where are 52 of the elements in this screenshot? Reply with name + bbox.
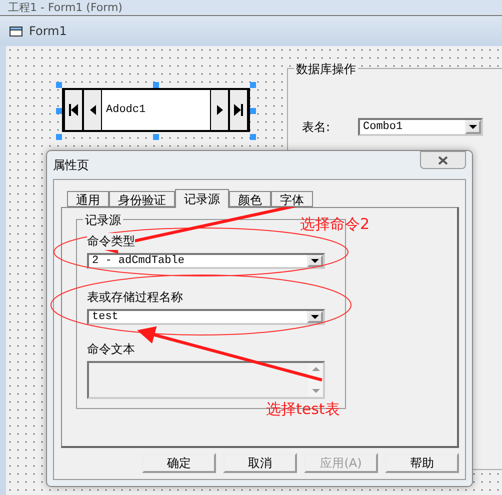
tab[interactable]: 通用: [67, 191, 109, 207]
first-record-icon: [69, 104, 78, 116]
previous-button[interactable]: [83, 90, 102, 130]
dropdown-button[interactable]: [465, 120, 481, 134]
caret-icon: [469, 125, 477, 129]
annotation-text: 选择test表: [266, 400, 340, 419]
tab[interactable]: 记录源: [175, 189, 229, 208]
dialog-title: 属性页: [53, 156, 89, 174]
close-icon: [438, 156, 448, 164]
selection-handle[interactable]: [56, 82, 62, 88]
field-label: 命令类型: [87, 233, 135, 250]
selection-handle[interactable]: [153, 134, 159, 140]
dialog-button[interactable]: 取消: [223, 453, 297, 473]
annotation-text: 选择命令2: [300, 215, 370, 234]
table-name-combo[interactable]: test: [87, 309, 325, 325]
caret-icon: [311, 315, 319, 319]
data-control-caption: Adodc1: [105, 104, 147, 116]
next-icon: [216, 105, 222, 115]
table-combo[interactable]: Combo1: [358, 118, 483, 136]
first-button[interactable]: [64, 90, 83, 130]
next-button[interactable]: [210, 90, 229, 130]
frame-caption: 数据库操作: [294, 61, 358, 78]
dropdown-button[interactable]: [307, 255, 323, 267]
ide-title: 工程1 - Form1 (Form): [8, 2, 122, 14]
selection-handle[interactable]: [250, 82, 256, 88]
tab[interactable]: 颜色: [229, 191, 271, 207]
last-record-icon: [234, 104, 243, 116]
selection-handle[interactable]: [56, 108, 62, 114]
selection-handle[interactable]: [153, 82, 159, 88]
scroll-up-icon: [312, 367, 320, 371]
tab[interactable]: 身份验证: [109, 191, 175, 207]
tab[interactable]: 字体: [271, 191, 313, 207]
previous-icon: [90, 105, 96, 115]
last-button[interactable]: [229, 90, 248, 130]
field-label: 表或存储过程名称: [87, 289, 183, 306]
close-button[interactable]: [420, 151, 466, 169]
command-text-field[interactable]: [87, 361, 325, 399]
dialog-button[interactable]: 确定: [142, 453, 216, 473]
dropdown-button[interactable]: [307, 311, 323, 323]
selection-handle[interactable]: [56, 134, 62, 140]
selection-handle[interactable]: [250, 108, 256, 114]
selection-handle[interactable]: [250, 134, 256, 140]
command-type-combo[interactable]: 2 - adCmdTable: [87, 253, 325, 269]
form-icon: [9, 25, 23, 37]
scroll-down-icon: [312, 389, 320, 393]
field-label: 命令文本: [87, 341, 135, 358]
data-control[interactable]: Adodc1: [62, 88, 250, 132]
scrollbar[interactable]: [308, 363, 323, 397]
caret-icon: [311, 259, 319, 263]
dialog-button[interactable]: 帮助: [385, 453, 459, 473]
table-name-label: 表名:: [302, 119, 330, 136]
form-title: Form1: [29, 24, 67, 38]
